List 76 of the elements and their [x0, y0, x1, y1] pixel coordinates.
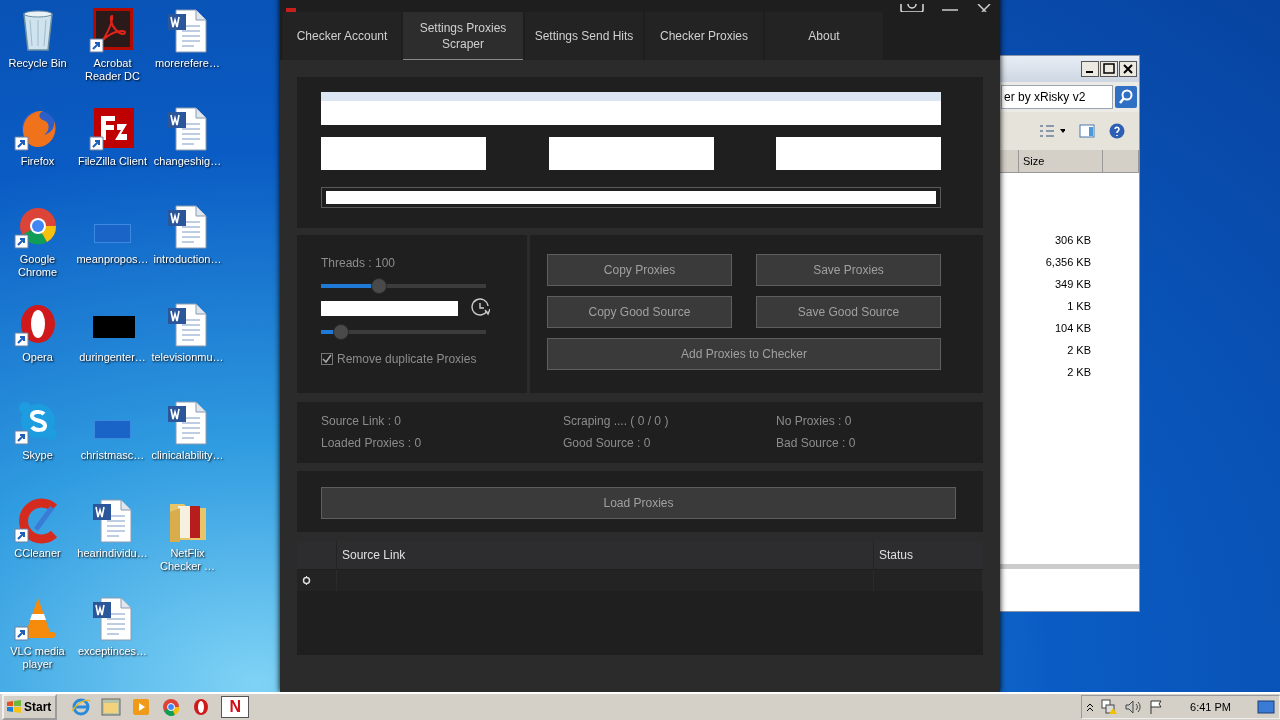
desktop-icon[interactable]: introduction…: [150, 202, 225, 300]
desktop-icon[interactable]: christmasc…: [75, 398, 150, 496]
text-field[interactable]: [321, 300, 458, 316]
desktop-icon[interactable]: Google Chrome: [0, 202, 75, 300]
action-button[interactable]: Save Proxies: [756, 254, 941, 286]
desktop-icon[interactable]: CCleaner: [0, 496, 75, 594]
file-size: 1 KB: [1066, 300, 1091, 314]
file-size: 2 KB: [1066, 366, 1091, 380]
minimize-icon[interactable]: [1081, 61, 1099, 77]
close-icon[interactable]: [1119, 61, 1137, 77]
tab[interactable]: Checker Proxies: [645, 12, 763, 60]
start-button[interactable]: Start: [2, 694, 58, 720]
desktop-icon[interactable]: Firefox: [0, 104, 75, 202]
tab[interactable]: About: [765, 12, 883, 60]
load-button[interactable]: Load Proxies: [321, 487, 956, 519]
desktop-icon[interactable]: Skype: [0, 398, 75, 496]
stat-text: No Proxies : 0: [776, 414, 853, 430]
maximize-icon[interactable]: [1100, 61, 1118, 77]
search-field[interactable]: er by xRisky v2: [1001, 85, 1113, 109]
desktop-icon[interactable]: FileZilla Client: [75, 104, 150, 202]
tab[interactable]: Checker Account: [283, 12, 401, 60]
desktop-icon[interactable]: morerefere…: [150, 6, 225, 104]
slider-thumb[interactable]: [332, 324, 349, 340]
clock-text[interactable]: 6:41 PM: [1190, 701, 1231, 713]
action-button[interactable]: Copy Good Source: [547, 296, 732, 328]
file-size: 2 KB: [1066, 344, 1091, 358]
text-field[interactable]: [321, 137, 486, 170]
text-field[interactable]: [776, 137, 941, 170]
stat-text: Scraping .... ( 0 / 0 ): [563, 414, 670, 430]
stat-text: Loaded Proxies : 0: [321, 436, 423, 452]
help-icon[interactable]: [1109, 123, 1125, 139]
desktop-icon[interactable]: clinicalability…: [150, 398, 225, 496]
column-header[interactable]: Status: [879, 548, 914, 562]
text-field[interactable]: [321, 187, 941, 208]
desktop-icon[interactable]: Acrobat Reader DC: [75, 6, 150, 104]
desktop-icon[interactable]: Opera: [0, 300, 75, 398]
action-button[interactable]: Copy Proxies: [547, 254, 732, 286]
taskbar-app[interactable]: N: [221, 696, 250, 718]
tab[interactable]: Settings Send Hits: [525, 12, 643, 60]
column-header[interactable]: Size: [1023, 155, 1045, 167]
view-list-icon[interactable]: [1039, 124, 1065, 138]
checkbox[interactable]: [321, 353, 333, 365]
clock-icon[interactable]: [470, 298, 490, 318]
text-field[interactable]: [548, 137, 714, 170]
add-button[interactable]: Add Proxies to Checker: [547, 338, 941, 370]
threads-label: Threads : 100: [321, 256, 396, 270]
action-button[interactable]: Save Good Source: [756, 296, 941, 328]
chrome-icon[interactable]: [161, 697, 182, 717]
file-size: 104 KB: [1053, 322, 1091, 336]
slider-thumb[interactable]: [370, 278, 387, 294]
preview-pane-icon[interactable]: [1079, 124, 1095, 138]
desktop-icon[interactable]: meanpropos…: [75, 202, 150, 300]
windows-logo-icon: [6, 700, 22, 714]
stat-text: Bad Source : 0: [776, 436, 857, 452]
stat-text: Source Link : 0: [321, 414, 403, 430]
checkbox-label[interactable]: Remove duplicate Proxies: [337, 352, 477, 366]
desktop-icon[interactable]: Recycle Bin: [0, 6, 75, 104]
network-icon[interactable]: [1100, 699, 1119, 715]
chevron-up-icon[interactable]: [1086, 702, 1095, 712]
search-icon[interactable]: [1115, 86, 1137, 108]
speaker-icon[interactable]: [1124, 699, 1143, 715]
desktop-icon[interactable]: duringenter…: [75, 300, 150, 398]
app-icon: [286, 8, 296, 12]
stat-text: Good Source : 0: [563, 436, 652, 452]
desktop-icon[interactable]: changeshig…: [150, 104, 225, 202]
tab[interactable]: Settings Proxies Scraper: [403, 12, 523, 60]
row-indicator-icon: [302, 576, 311, 585]
file-size: 349 KB: [1053, 278, 1091, 292]
minimize-icon[interactable]: [942, 6, 958, 12]
file-size: 6,356 KB: [1044, 256, 1091, 270]
list-field[interactable]: [321, 92, 941, 125]
camera-icon[interactable]: [900, 4, 924, 12]
flag-icon[interactable]: [1148, 699, 1165, 715]
column-header[interactable]: Source Link: [342, 548, 406, 562]
file-size: 306 KB: [1053, 234, 1091, 248]
desktop-icon[interactable]: televisionmu…: [150, 300, 225, 398]
